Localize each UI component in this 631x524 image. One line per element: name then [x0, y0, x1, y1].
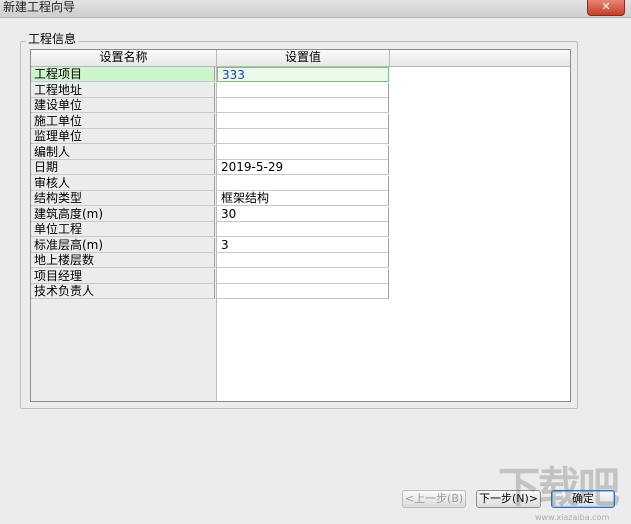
table-row[interactable]: 结构类型 框架结构	[31, 191, 390, 206]
setting-value-cell[interactable]: 2019-5-29	[217, 160, 389, 175]
header-setting-name[interactable]: 设置名称	[31, 50, 217, 67]
setting-name-cell: 建筑高度(m)	[31, 206, 215, 222]
setting-name-cell: 审核人	[31, 175, 215, 191]
settings-grid: 设置名称 设置值 工程项目 333 工程地址 建设单位 施工单位 监理单位 编制人 日期 201…	[30, 49, 571, 402]
setting-name-cell: 标准层高(m)	[31, 237, 215, 253]
table-row[interactable]: 审核人	[31, 175, 390, 191]
watermark-logo: 下载吧	[498, 463, 620, 512]
setting-name-cell: 技术负责人	[31, 284, 215, 299]
window-title: 新建工程向导	[3, 0, 76, 14]
setting-value-cell[interactable]	[217, 82, 389, 98]
table-row[interactable]: 单位工程	[31, 222, 390, 237]
table-row[interactable]: 工程项目 333	[31, 67, 390, 82]
table-row[interactable]: 施工单位	[31, 113, 390, 129]
setting-value-cell[interactable]	[217, 98, 389, 113]
table-row[interactable]: 建设单位	[31, 98, 390, 113]
setting-name-cell: 工程项目	[31, 67, 215, 82]
prev-step-button[interactable]: <上一步(B)	[402, 490, 466, 508]
setting-value-cell[interactable]	[217, 253, 389, 268]
table-row[interactable]: 日期 2019-5-29	[31, 160, 390, 175]
setting-value-cell[interactable]	[217, 268, 389, 284]
title-bar: 新建工程向导 ✕	[0, 0, 631, 18]
setting-value-cell[interactable]: 3	[217, 237, 389, 253]
table-row[interactable]: 工程地址	[31, 82, 390, 98]
close-button[interactable]: ✕	[587, 0, 625, 16]
setting-value-cell[interactable]	[217, 129, 389, 144]
setting-value-cell[interactable]	[217, 175, 389, 191]
table-row[interactable]: 建筑高度(m) 30	[31, 206, 390, 222]
setting-value-cell[interactable]: 30	[217, 206, 389, 222]
watermark-url: www.xiazaiba.com	[535, 513, 610, 522]
table-row[interactable]: 项目经理	[31, 268, 390, 284]
close-icon: ✕	[601, 0, 611, 13]
setting-name-cell: 工程地址	[31, 82, 215, 98]
setting-name-cell: 建设单位	[31, 98, 215, 113]
setting-name-cell: 监理单位	[31, 129, 215, 144]
setting-value-cell[interactable]: 333	[217, 67, 389, 82]
table-row[interactable]: 技术负责人	[31, 284, 390, 299]
header-filler	[390, 50, 570, 67]
setting-value-cell[interactable]	[217, 222, 389, 237]
new-project-wizard-window: 新建工程向导 ✕ 工程信息 设置名称 设置值 工程项目 333 工程地址 建设单位 施工…	[0, 0, 631, 524]
table-row[interactable]: 编制人	[31, 144, 390, 160]
setting-value-cell[interactable]	[217, 113, 389, 129]
setting-name-cell: 日期	[31, 160, 215, 175]
header-setting-value[interactable]: 设置值	[217, 50, 390, 67]
setting-name-cell: 地上楼层数	[31, 253, 215, 268]
setting-name-cell: 施工单位	[31, 113, 215, 129]
setting-value-cell[interactable]: 框架结构	[217, 191, 389, 206]
setting-name-cell: 单位工程	[31, 222, 215, 237]
setting-name-cell: 结构类型	[31, 191, 215, 206]
setting-value-cell[interactable]	[217, 284, 389, 299]
setting-name-cell: 项目经理	[31, 268, 215, 284]
table-row[interactable]: 监理单位	[31, 129, 390, 144]
setting-value-cell[interactable]	[217, 144, 389, 160]
table-row[interactable]: 地上楼层数	[31, 253, 390, 268]
setting-name-cell: 编制人	[31, 144, 215, 160]
group-title: 工程信息	[26, 32, 79, 46]
table-row[interactable]: 标准层高(m) 3	[31, 237, 390, 253]
